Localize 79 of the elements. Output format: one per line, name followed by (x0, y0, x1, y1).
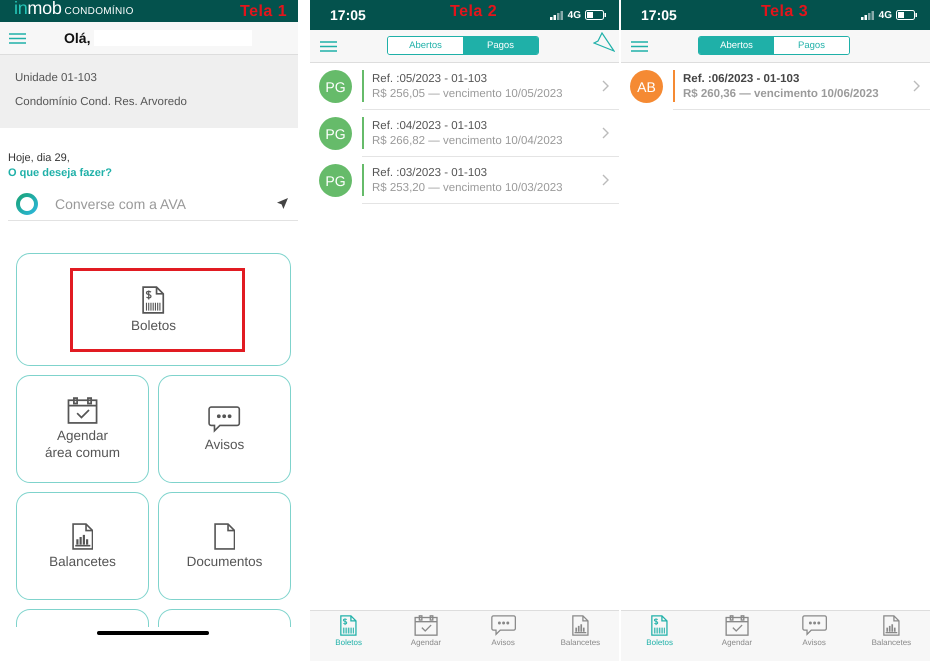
chat-bubble-icon (208, 406, 241, 432)
status-avatar: PG (319, 70, 352, 103)
menu-tile[interactable]: Documentos (158, 492, 291, 600)
greeting: Olá, (64, 30, 90, 46)
chat-input-field[interactable]: Converse com a AVA (53, 194, 277, 212)
prompt-text: O que deseja fazer? (8, 167, 113, 179)
status-bar-marker (362, 70, 364, 102)
calendar-check-icon (724, 615, 749, 636)
menu-tile[interactable]: Agendar área comum (16, 375, 149, 483)
invoice-icon (142, 286, 165, 314)
status-bar-marker (362, 164, 364, 196)
invoice-detail: R$ 256,05 — vencimento 10/05/2023 (372, 88, 564, 100)
bottom-tab[interactable]: Balancetes (856, 615, 926, 647)
menu-tile[interactable] (158, 609, 291, 627)
invoice-detail: R$ 253,20 — vencimento 10/03/2023 (372, 182, 564, 194)
invoice-title: Ref. :05/2023 - 01-103 (372, 72, 488, 84)
menu-tile[interactable]: Avisos (158, 375, 291, 483)
bottom-tab[interactable]: Agendar (702, 615, 772, 647)
screen-label: Tela 2 (450, 3, 498, 21)
network-type: 4G (878, 10, 892, 20)
invoice-row[interactable]: PG Ref. :04/2023 - 01-103 R$ 266,82 — vencimento 10/04/2023 (310, 110, 619, 157)
unit-text: Unidade 01-103 (15, 72, 98, 84)
status-bar-marker (673, 70, 675, 102)
menu-tile[interactable]: Boletos (16, 253, 291, 366)
assistant-ring-icon (15, 192, 39, 216)
filter-tab[interactable]: Abertos (699, 37, 774, 54)
screen-label: Tela 3 (761, 3, 808, 21)
document-icon (214, 522, 236, 550)
invoice-title: Ref. :04/2023 - 01-103 (372, 120, 488, 132)
menu-icon[interactable] (9, 32, 26, 44)
chevron-right-icon[interactable] (602, 174, 609, 186)
bottom-tab[interactable]: Boletos (314, 615, 384, 647)
menu-icon[interactable] (320, 40, 337, 52)
condo-text: Condomínio Cond. Res. Arvoredo (15, 96, 188, 108)
app-logo: inmob CONDOMÍNIO (14, 0, 134, 20)
status-avatar: PG (319, 117, 352, 150)
signal-icon (860, 10, 875, 20)
invoice-row[interactable]: AB Ref. :06/2023 - 01-103 R$ 260,36 — vencimento 10/06/2023 (621, 63, 930, 110)
menu-icon[interactable] (631, 40, 648, 52)
invoice-detail: R$ 260,36 — vencimento 10/06/2023 (683, 88, 880, 100)
calendar-check-icon (66, 397, 98, 424)
battery-icon (585, 10, 607, 20)
invoice-detail: R$ 266,82 — vencimento 10/04/2023 (372, 134, 564, 146)
chevron-right-icon[interactable] (602, 127, 609, 139)
chart-document-icon (572, 615, 589, 636)
battery-icon (896, 10, 918, 20)
chart-document-icon (72, 522, 94, 550)
calendar-check-icon (414, 615, 438, 636)
chevron-right-icon[interactable] (913, 80, 920, 92)
screen-label: Tela 1 (240, 3, 288, 21)
bottom-tab[interactable]: Boletos (624, 615, 695, 647)
invoice-title: Ref. :03/2023 - 01-103 (372, 166, 488, 178)
chat-bubble-icon (490, 615, 516, 636)
status-bar-marker (362, 117, 364, 149)
status-avatar: PG (319, 164, 352, 197)
filter-tab[interactable]: Pagos (774, 37, 849, 54)
bottom-tab[interactable]: Balancetes (545, 615, 616, 647)
invoice-title: Ref. :06/2023 - 01-103 (683, 72, 800, 84)
chat-bubble-icon (802, 615, 827, 636)
filter-tab[interactable]: Pagos (463, 37, 538, 54)
chevron-right-icon[interactable] (602, 80, 609, 92)
send-icon[interactable] (277, 198, 288, 209)
network-type: 4G (568, 10, 581, 20)
menu-tile[interactable] (16, 609, 149, 627)
status-time: 17:05 (330, 7, 366, 23)
menu-tile[interactable]: Balancetes (16, 492, 149, 600)
bottom-tab[interactable]: Agendar (390, 615, 461, 647)
signal-icon (550, 10, 564, 20)
invoice-icon (651, 615, 668, 636)
bottom-tab[interactable]: Avisos (779, 615, 850, 647)
bottom-tab[interactable]: Avisos (468, 615, 538, 647)
invoice-row[interactable]: PG Ref. :03/2023 - 01-103 R$ 253,20 — vencimento 10/03/2023 (310, 157, 619, 204)
invoice-icon (340, 615, 358, 636)
filter-tab[interactable]: Abertos (388, 37, 463, 54)
date-text: Hoje, dia 29, (8, 152, 71, 164)
chart-document-icon (882, 615, 900, 636)
status-avatar: AB (630, 70, 663, 103)
status-time: 17:05 (641, 7, 677, 23)
invoice-row[interactable]: PG Ref. :05/2023 - 01-103 R$ 256,05 — vencimento 10/05/2023 (310, 63, 619, 110)
